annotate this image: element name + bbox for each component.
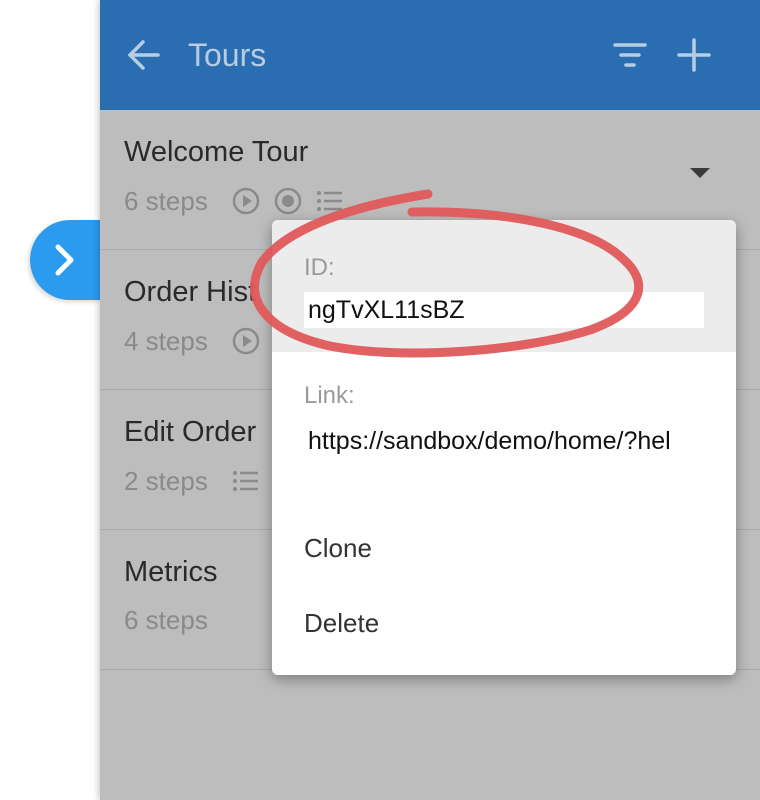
page-title: Tours [188,36,267,73]
link-label: Link: [304,382,355,409]
tour-link-field[interactable] [304,424,704,458]
tour-link-section: Link: [272,352,736,500]
tour-options-menu: ID: Link: Clone Delete [272,220,736,675]
arrow-left-icon[interactable] [126,37,162,73]
tour-step-count: 6 steps [124,185,208,216]
tour-step-count: 6 steps [124,605,208,635]
play-circle-icon[interactable] [230,185,262,217]
id-label: ID: [304,254,335,281]
play-circle-icon[interactable] [230,325,262,357]
record-icon[interactable] [272,185,304,217]
filter-icon[interactable] [610,35,650,75]
tour-menu-dropdown-icon[interactable] [690,168,710,178]
list-icon[interactable] [230,465,262,497]
list-icon[interactable] [314,185,346,217]
tour-name: Welcome Tour [124,136,309,168]
plus-icon[interactable] [674,35,714,75]
tour-id-section: ID: [272,220,736,352]
chevron-right-icon [55,244,74,276]
tour-step-count: 4 steps [124,325,208,356]
delete-menu-item[interactable]: Delete [272,596,736,675]
panel-header: Tours [100,0,760,110]
screen: Tours Welcome Tour 6 steps Order Hist 4 … [0,0,760,800]
expand-panel-button[interactable] [30,220,102,300]
tour-id-field[interactable] [304,292,704,328]
tour-step-count: 2 steps [124,465,208,496]
clone-menu-item[interactable]: Clone [272,500,736,596]
